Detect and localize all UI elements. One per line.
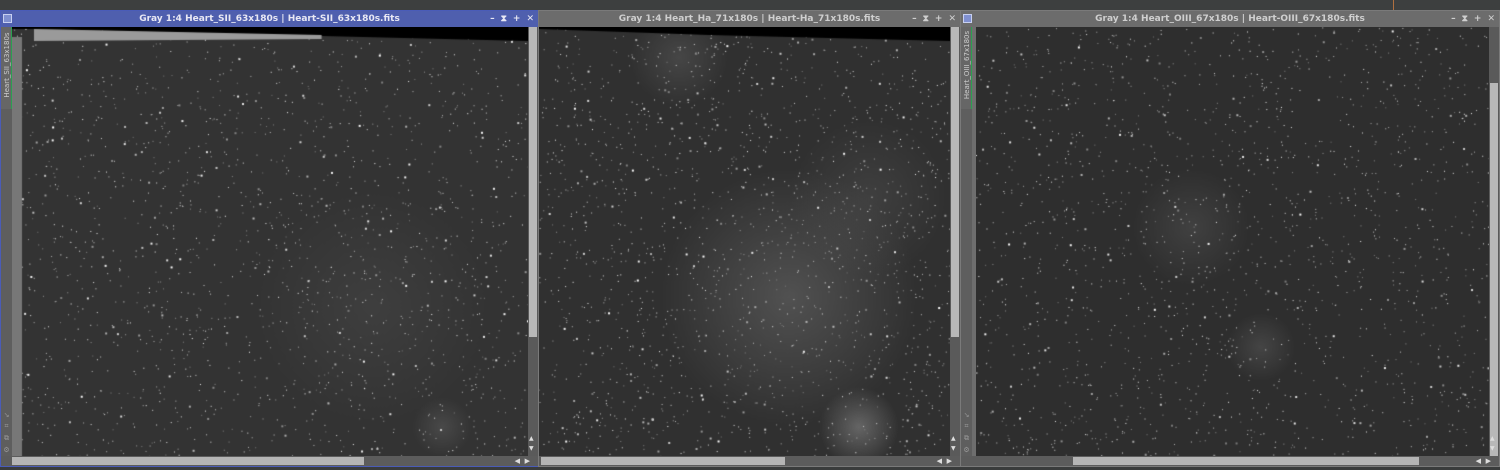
gear-icon[interactable]: ⚙ xyxy=(962,446,971,454)
clone-icon[interactable]: ⧉ xyxy=(962,434,971,443)
window-title: Gray 1:4 Heart_SII_63x180s | Heart-SII_6… xyxy=(139,14,400,24)
shade-button[interactable]: ⧗ xyxy=(1462,11,1468,27)
title-bar[interactable]: Gray 1:4 Heart_SII_63x180s | Heart-SII_6… xyxy=(1,11,538,27)
minimize-button[interactable]: – xyxy=(490,11,495,27)
horizontal-scrollbar[interactable]: ◀ ▶ xyxy=(1,456,538,466)
maximize-button[interactable]: + xyxy=(1474,11,1482,27)
vertical-scrollbar[interactable]: ▲ ▼ xyxy=(528,27,538,456)
side-icons: ↘ ⌗ ⧉ ⚙ xyxy=(962,411,971,454)
title-bar[interactable]: Gray 1:4 Heart_OIII_67x180s | Heart-OIII… xyxy=(961,11,1499,27)
close-button[interactable]: ✕ xyxy=(1487,11,1495,27)
image-view[interactable] xyxy=(12,27,528,456)
minimize-button[interactable]: – xyxy=(912,11,917,27)
image-window-ha[interactable]: Gray 1:4 Heart_Ha_71x180s | Heart-Ha_71x… xyxy=(538,10,961,467)
image-window-oiii[interactable]: Gray 1:4 Heart_OIII_67x180s | Heart-OIII… xyxy=(960,10,1500,467)
maximize-button[interactable]: + xyxy=(935,11,943,27)
title-bar[interactable]: Gray 1:4 Heart_Ha_71x180s | Heart-Ha_71x… xyxy=(539,11,960,27)
side-icons: ↘ ⌗ ⧉ ⚙ xyxy=(2,411,11,454)
vertical-scrollbar[interactable]: ▲ ▼ xyxy=(1489,27,1499,458)
horizontal-scrollbar[interactable]: ◀ ▶ xyxy=(539,456,960,466)
workspace-marker xyxy=(1393,0,1394,10)
window-menu-icon[interactable] xyxy=(3,14,12,23)
shade-button[interactable]: ⧗ xyxy=(501,11,507,27)
image-view[interactable] xyxy=(539,27,950,456)
arrow-icon[interactable]: ↘ xyxy=(2,411,11,419)
shade-button[interactable]: ⧗ xyxy=(923,11,929,27)
vertical-scrollbar[interactable]: ▲ ▼ xyxy=(950,27,960,456)
horizontal-scrollbar[interactable]: ◀ ▶ xyxy=(961,456,1499,466)
close-button[interactable]: ✕ xyxy=(526,11,534,27)
view-id-label: Heart_SII_63x180s xyxy=(3,32,11,98)
window-menu-icon[interactable] xyxy=(963,14,972,23)
arrow-icon[interactable]: ↘ xyxy=(962,411,971,419)
window-title: Gray 1:4 Heart_OIII_67x180s | Heart-OIII… xyxy=(1095,14,1365,24)
minimize-button[interactable]: – xyxy=(1451,11,1456,27)
image-window-sii[interactable]: Gray 1:4 Heart_SII_63x180s | Heart-SII_6… xyxy=(0,10,539,467)
view-identifier-tab[interactable]: Heart_SII_63x180s xyxy=(1,27,12,109)
fit-icon[interactable]: ⌗ xyxy=(2,422,11,431)
window-title: Gray 1:4 Heart_Ha_71x180s | Heart-Ha_71x… xyxy=(618,14,881,24)
view-identifier-tab[interactable]: Heart_OIII_67x180s xyxy=(961,27,972,109)
gear-icon[interactable]: ⚙ xyxy=(2,446,11,454)
view-id-label: Heart_OIII_67x180s xyxy=(963,30,971,100)
close-button[interactable]: ✕ xyxy=(948,11,956,27)
workspace-top-bar xyxy=(0,0,1500,10)
maximize-button[interactable]: + xyxy=(513,11,521,27)
fit-icon[interactable]: ⌗ xyxy=(962,422,971,431)
clone-icon[interactable]: ⧉ xyxy=(2,434,11,443)
image-view[interactable] xyxy=(976,27,1489,456)
